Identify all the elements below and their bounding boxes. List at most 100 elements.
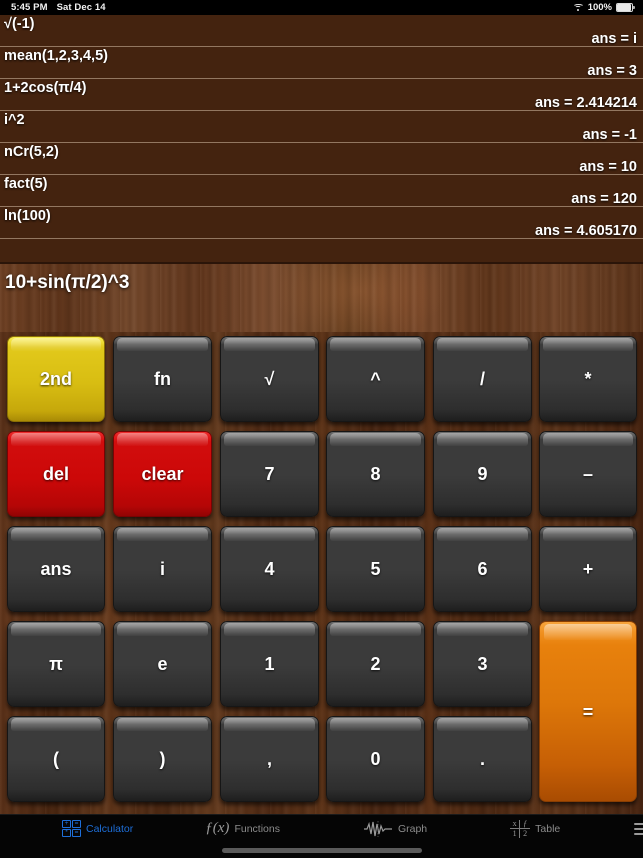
key-pi-label: π [49,654,63,674]
key-pi[interactable]: π [7,621,105,707]
key-4[interactable]: 4 [220,526,319,612]
key-open-paren[interactable]: ( [7,716,105,802]
key-9[interactable]: 9 [433,431,532,517]
key-3[interactable]: 3 [433,621,532,707]
key-decimal-label: . [479,749,485,769]
history-entry[interactable]: mean(1,2,3,4,5) ans = 3 [0,47,643,79]
calculator-grid-icon: + = * = [62,819,81,838]
history-expression: i^2 [4,112,25,127]
key-comma-label: , [266,749,272,769]
key-open-paren-label: ( [53,749,59,769]
key-6[interactable]: 6 [433,526,532,612]
key-multiply-label: * [584,369,592,389]
battery-percent-label: 100% [587,2,612,13]
key-power[interactable]: ^ [326,336,425,422]
key-clear-label: clear [141,464,184,484]
key-sqrt-label: √ [264,369,275,389]
key-2nd-label: 2nd [39,369,72,389]
tab-calculator-label: Calculator [86,822,134,835]
expression-input[interactable]: 10+sin(π/2)^3 [0,264,129,294]
key-6-label: 6 [477,559,488,579]
history-entry[interactable]: nCr(5,2) ans = 10 [0,143,643,175]
history-expression: √(-1) [4,16,35,31]
history-answer: ans = -1 [582,127,637,142]
key-8-label: 8 [370,464,381,484]
key-1[interactable]: 1 [220,621,319,707]
calc-icon-glyph-equals: = [72,829,81,837]
history-expression: nCr(5,2) [4,144,59,159]
history-answer: ans = 2.414214 [535,95,637,110]
history-expression: fact(5) [4,176,48,191]
key-close-paren-label: ) [159,749,166,769]
key-fn-label: fn [154,369,171,389]
key-e[interactable]: e [113,621,212,707]
history-answer: ans = 3 [587,63,637,78]
key-equals-label: = [582,701,594,722]
key-divide[interactable]: / [433,336,532,422]
status-time: 5:45 PM [11,2,48,13]
expression-input-area[interactable]: 10+sin(π/2)^3 [0,262,643,332]
status-right-cluster: 100% [572,2,635,13]
calc-icon-glyph-times: * [62,829,71,837]
history-entry[interactable]: i^2 ans = -1 [0,111,643,143]
tab-bar: + = * = Calculator ƒ(x) Functions Graph … [0,814,643,858]
key-equals[interactable]: = [539,621,637,802]
hamburger-icon [634,819,643,838]
tab-table[interactable]: x ƒ 1 2 Table [510,819,560,838]
key-fn[interactable]: fn [113,336,212,422]
key-9-label: 9 [477,464,488,484]
tab-functions[interactable]: ƒ(x) Functions [205,819,280,838]
key-decimal[interactable]: . [433,716,532,802]
history-answer: ans = 10 [579,159,637,174]
history-expression: ln(100) [4,208,51,223]
tab-calculator[interactable]: + = * = Calculator [62,819,133,838]
tab-graph[interactable]: Graph [363,819,427,838]
key-0[interactable]: 0 [326,716,425,802]
key-2nd[interactable]: 2nd [7,336,105,422]
tab-more[interactable]: More [634,819,643,838]
key-3-label: 3 [477,654,488,674]
key-del[interactable]: del [7,431,105,517]
key-multiply[interactable]: * [539,336,637,422]
table-icon-glyph-1: 1 [510,828,521,838]
calc-icon-glyph-plus: + [62,820,71,828]
key-comma[interactable]: , [220,716,319,802]
history-entry[interactable]: 1+2cos(π/4) ans = 2.414214 [0,79,643,111]
key-4-label: 4 [264,559,275,579]
key-plus[interactable]: + [539,526,637,612]
history-expression: mean(1,2,3,4,5) [4,48,108,63]
key-i[interactable]: i [113,526,212,612]
calculator-app: 5:45 PM Sat Dec 14 100% √(-1) ans = i mean… [0,0,643,858]
key-2[interactable]: 2 [326,621,425,707]
key-e-label: e [157,654,168,674]
key-7[interactable]: 7 [220,431,319,517]
table-grid-icon: x ƒ 1 2 [510,819,531,838]
key-5-label: 5 [370,559,381,579]
key-divide-label: / [479,369,485,389]
battery-full-icon [616,3,635,12]
home-indicator [221,848,422,853]
status-bar: 5:45 PM Sat Dec 14 100% [0,0,643,15]
key-ans[interactable]: ans [7,526,105,612]
history-entry[interactable]: ln(100) ans = 4.605170 [0,207,643,239]
table-icon-glyph-f: ƒ [520,819,531,829]
key-5[interactable]: 5 [326,526,425,612]
history-entry[interactable]: fact(5) ans = 120 [0,175,643,207]
history-entry[interactable]: √(-1) ans = i [0,15,643,47]
history-expression: 1+2cos(π/4) [4,80,87,95]
history-answer: ans = i [591,31,637,46]
key-clear[interactable]: clear [113,431,212,517]
key-8[interactable]: 8 [326,431,425,517]
tab-graph-label: Graph [397,822,428,835]
table-icon-glyph-2: 2 [523,828,528,838]
history-list[interactable]: √(-1) ans = i mean(1,2,3,4,5) ans = 3 1+2cos… [0,15,643,262]
calc-icon-glyph-minus: = [72,820,81,828]
key-close-paren[interactable]: ) [113,716,212,802]
key-power-label: ^ [370,369,381,389]
history-answer: ans = 4.605170 [535,223,637,238]
table-icon-glyph-x: x [510,819,521,829]
key-minus-label: – [582,464,593,484]
key-minus[interactable]: – [539,431,637,517]
key-sqrt[interactable]: √ [220,336,319,422]
key-2-label: 2 [370,654,381,674]
